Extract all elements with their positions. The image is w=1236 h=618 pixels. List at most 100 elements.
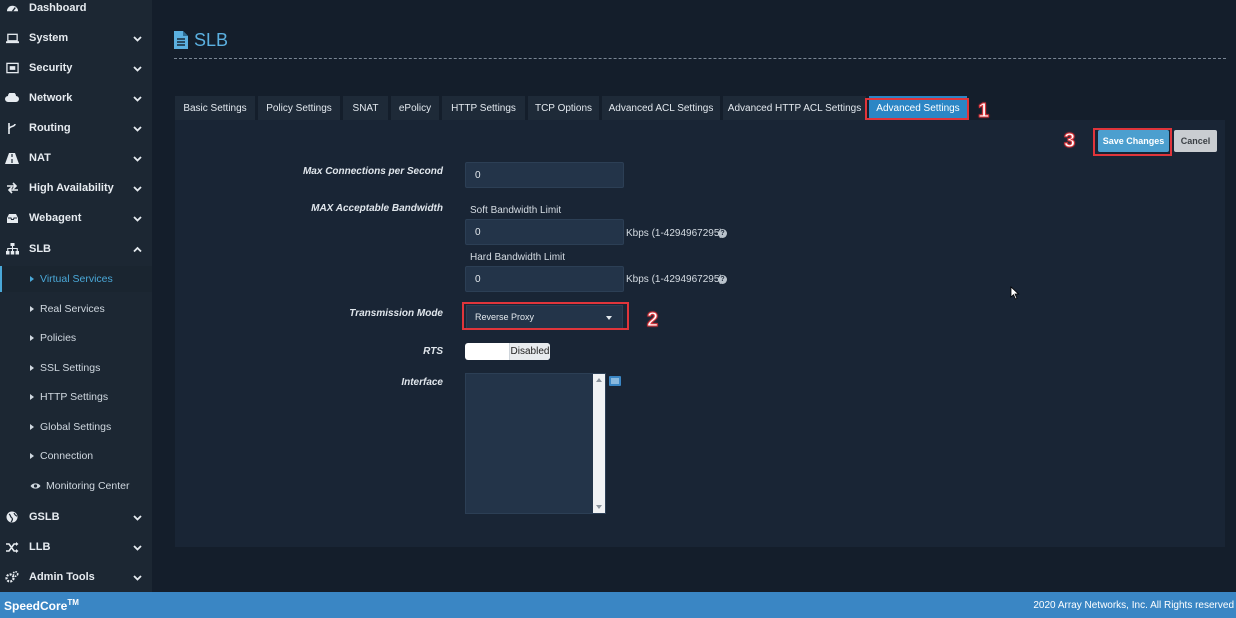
sidebar-item-nat[interactable]: NAT <box>0 144 152 172</box>
chevron-down-icon <box>133 514 142 521</box>
step-marker-2: 2 <box>646 309 659 332</box>
eye-icon <box>30 483 41 489</box>
sidebar-item-label: Network <box>29 92 73 104</box>
brand-logo: SpeedCoreTM <box>4 598 79 613</box>
sidebar-subitem-label: Connection <box>40 450 94 462</box>
sidebar-subitem-label: SSL Settings <box>40 362 101 374</box>
sidebar-item-label: GSLB <box>29 511 60 523</box>
road-icon <box>5 151 19 165</box>
tab-tcp-options[interactable]: TCP Options <box>528 96 599 120</box>
question-circle-icon[interactable]: ? <box>718 229 727 238</box>
caret-right-icon <box>30 453 34 459</box>
page-title-text: SLB <box>194 29 229 50</box>
tab-snat[interactable]: SNAT <box>343 96 388 120</box>
sitemap-icon <box>5 242 19 256</box>
globe-icon <box>5 510 19 524</box>
sidebar-subitem-policies[interactable]: Policies <box>0 325 152 351</box>
tab-epolicy[interactable]: ePolicy <box>391 96 439 120</box>
chevron-down-icon <box>133 155 142 162</box>
sidebar-subitem-label: Virtual Services <box>40 273 113 285</box>
brand-trademark: TM <box>67 598 79 607</box>
sidebar-item-high-availability[interactable]: High Availability <box>0 174 152 202</box>
chevron-down-icon <box>133 65 142 72</box>
highlight-box-transmission <box>462 302 629 330</box>
sidebar-subitem-monitoring-center[interactable]: Monitoring Center <box>0 473 152 499</box>
sidebar-subitem-label: Policies <box>40 332 77 344</box>
sidebar-subitem-connection[interactable]: Connection <box>0 443 152 469</box>
scroll-down-icon[interactable] <box>596 505 602 509</box>
dashboard-icon <box>5 1 19 15</box>
cloud-icon <box>5 91 19 105</box>
sidebar-item-gslb[interactable]: GSLB <box>0 503 152 531</box>
sidebar-subitem-label: Real Services <box>40 303 105 315</box>
rts-toggle-state: Disabled <box>509 343 550 360</box>
caret-right-icon <box>30 335 34 341</box>
tab-policy-settings[interactable]: Policy Settings <box>258 96 340 120</box>
cogs-icon <box>5 570 19 584</box>
scroll-up-icon[interactable] <box>596 378 602 382</box>
sidebar-item-routing[interactable]: Routing <box>0 114 152 142</box>
brand-name: SpeedCore <box>4 599 68 613</box>
rts-toggle[interactable]: Disabled <box>465 343 550 360</box>
sidebar-item-label: Admin Tools <box>29 571 95 583</box>
max-connections-input[interactable]: 0 <box>465 162 624 188</box>
footer: SpeedCoreTM 2020 Array Networks, Inc. Al… <box>0 592 1236 618</box>
interface-scrollbar[interactable] <box>593 374 605 513</box>
sidebar-subitem-virtual-services[interactable]: Virtual Services <box>0 266 152 292</box>
sidebar-subitem-ssl-settings[interactable]: SSL Settings <box>0 355 152 381</box>
sidebar-item-network[interactable]: Network <box>0 84 152 112</box>
list-icon[interactable] <box>609 376 621 386</box>
settings-panel <box>175 120 1225 547</box>
chevron-up-icon <box>133 246 142 252</box>
hard-bandwidth-input[interactable]: 0 <box>465 266 624 292</box>
inbox-icon <box>5 211 19 225</box>
interface-listbox[interactable] <box>465 373 606 514</box>
chevron-down-icon <box>133 215 142 222</box>
interface-label: Interface <box>401 377 443 388</box>
sidebar: Dashboard System Security Network Routin… <box>0 0 152 592</box>
tab-advanced-http-acl-settings[interactable]: Advanced HTTP ACL Settings <box>723 96 866 120</box>
sidebar-item-label: SLB <box>29 243 51 255</box>
sidebar-subitem-http-settings[interactable]: HTTP Settings <box>0 384 152 410</box>
step-marker-3: 3 <box>1063 130 1076 153</box>
cancel-button[interactable]: Cancel <box>1174 130 1217 152</box>
sidebar-subitem-label: Global Settings <box>40 421 112 433</box>
mouse-cursor-icon <box>1010 286 1020 300</box>
hard-bandwidth-unit: Kbps (1-4294967295) <box>626 274 723 285</box>
sidebar-item-slb[interactable]: SLB <box>0 235 152 263</box>
soft-bandwidth-unit: Kbps (1-4294967295) <box>626 228 723 239</box>
title-divider <box>174 58 1226 59</box>
sidebar-item-admin-tools[interactable]: Admin Tools <box>0 563 152 591</box>
caret-right-icon <box>30 276 34 282</box>
soft-bandwidth-input[interactable]: 0 <box>465 219 624 245</box>
transmission-mode-label: Transmission Mode <box>349 308 443 319</box>
laptop-icon <box>5 31 19 45</box>
page-title: SLB <box>174 28 228 52</box>
tab-advanced-acl-settings[interactable]: Advanced ACL Settings <box>602 96 720 120</box>
caret-right-icon <box>30 365 34 371</box>
sidebar-item-webagent[interactable]: Webagent <box>0 204 152 232</box>
sidebar-item-label: NAT <box>29 152 51 164</box>
tab-basic-settings[interactable]: Basic Settings <box>175 96 255 120</box>
sidebar-item-label: Routing <box>29 122 71 134</box>
highlight-box-tab <box>865 98 969 120</box>
question-circle-icon[interactable]: ? <box>718 275 727 284</box>
rts-label: RTS <box>423 346 443 357</box>
file-text-icon <box>174 31 188 49</box>
caret-right-icon <box>30 306 34 312</box>
tab-http-settings[interactable]: HTTP Settings <box>442 96 525 120</box>
sidebar-item-label: Security <box>29 62 73 74</box>
sidebar-subitem-global-settings[interactable]: Global Settings <box>0 414 152 440</box>
exchange-icon <box>5 181 19 195</box>
chevron-down-icon <box>133 544 142 551</box>
sidebar-subitem-real-services[interactable]: Real Services <box>0 296 152 322</box>
sidebar-item-system[interactable]: System <box>0 24 152 52</box>
sidebar-item-dashboard[interactable]: Dashboard <box>0 0 152 22</box>
app-window: Dashboard System Security Network Routin… <box>0 0 1236 618</box>
sidebar-item-security[interactable]: Security <box>0 54 152 82</box>
sidebar-item-llb[interactable]: LLB <box>0 533 152 561</box>
max-bandwidth-label: MAX Acceptable Bandwidth <box>311 203 443 214</box>
chevron-down-icon <box>133 125 142 132</box>
shuffle-icon <box>5 540 19 554</box>
sidebar-item-label: System <box>29 32 69 44</box>
